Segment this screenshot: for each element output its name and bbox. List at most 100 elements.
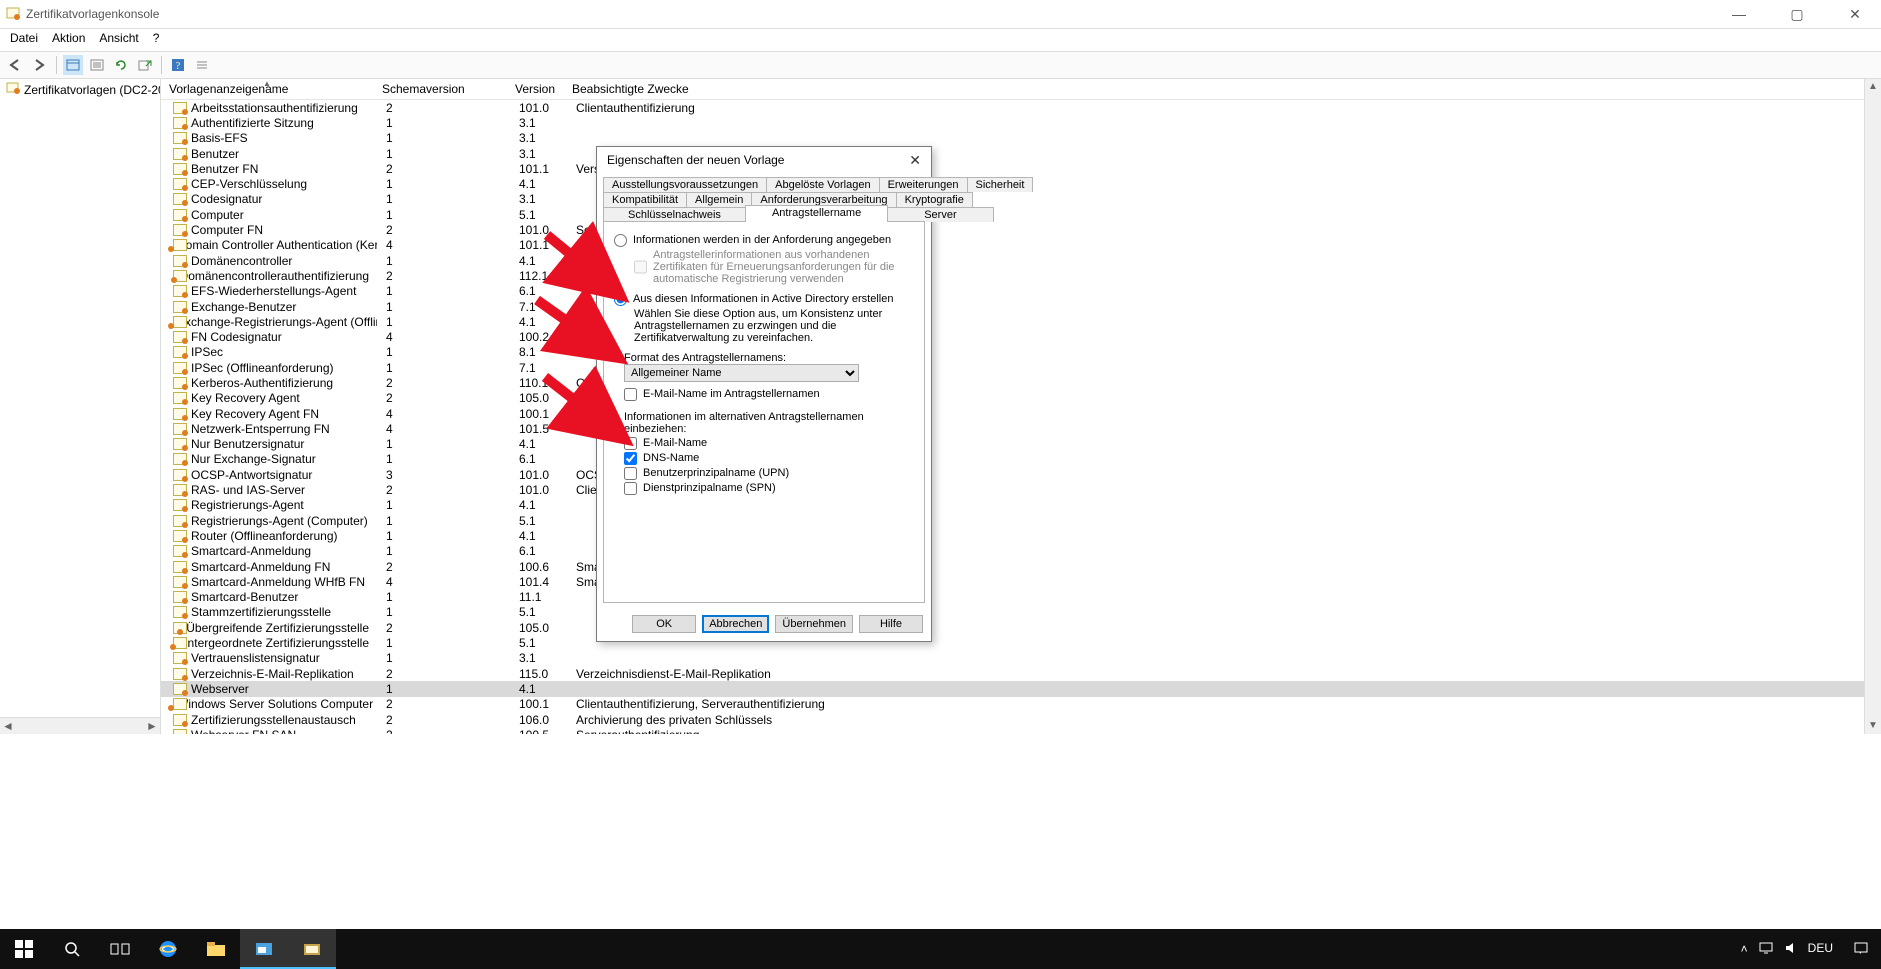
cell-version: 100.5	[511, 726, 568, 734]
taskbar-app1-button[interactable]	[240, 929, 288, 969]
checkbox-san-spn-label: Dienstprinzipalname (SPN)	[643, 482, 776, 494]
cell-name: OCSP-Antwortsignatur	[191, 468, 312, 482]
start-button[interactable]	[0, 929, 48, 969]
altnames-label: Informationen im alternativen Antragstel…	[624, 411, 914, 435]
toolbar-export-button[interactable]	[135, 55, 155, 75]
cell-name: CEP-Verschlüsselung	[191, 177, 307, 191]
cell-name: Router (Offlineanforderung)	[191, 529, 338, 543]
svg-text:?: ?	[176, 61, 181, 72]
col-header-schema[interactable]: Schemaversion	[374, 80, 507, 98]
window-maximize-button[interactable]: ▢	[1777, 6, 1817, 23]
toolbar-properties-button[interactable]	[87, 55, 107, 75]
checkbox-san-upn-label: Benutzerprinzipalname (UPN)	[643, 467, 789, 479]
toolbar-view-button[interactable]	[63, 55, 83, 75]
tree-root-item[interactable]: Zertifikatvorlagen (DC2-2016.AD	[0, 79, 160, 100]
checkbox-san-dns[interactable]	[624, 452, 637, 465]
scroll-right-icon[interactable]: ►	[144, 719, 160, 733]
tray-notifications-icon[interactable]	[1853, 941, 1869, 958]
col-header-version[interactable]: Version	[507, 80, 564, 98]
tray-sound-icon[interactable]	[1784, 941, 1798, 958]
tab-crypto[interactable]: Kryptografie	[896, 192, 973, 207]
menu-action[interactable]: Aktion	[52, 31, 85, 51]
tab-compat[interactable]: Kompatibilität	[603, 192, 687, 207]
cell-name: Nur Exchange-Signatur	[191, 452, 316, 466]
nav-back-button[interactable]	[6, 55, 26, 75]
tab-server[interactable]: Server	[887, 207, 993, 222]
col-header-purpose[interactable]: Beabsichtigte Zwecke	[564, 80, 1881, 98]
cert-icon	[173, 652, 187, 664]
scroll-down-icon[interactable]: ▼	[1865, 718, 1881, 734]
taskbar: ˄ DEU	[0, 929, 1881, 969]
dialog-close-button[interactable]: ✕	[905, 152, 925, 169]
tab-issuance[interactable]: Ausstellungsvoraussetzungen	[603, 177, 767, 192]
tree-root-label: Zertifikatvorlagen (DC2-2016.AD	[24, 83, 161, 97]
nav-forward-button[interactable]	[30, 55, 50, 75]
tab-general[interactable]: Allgemein	[686, 192, 752, 207]
cell-name: Arbeitsstationsauthentifizierung	[191, 101, 358, 115]
menu-help[interactable]: ?	[153, 31, 160, 51]
cert-icon	[173, 117, 187, 129]
apply-button[interactable]: Übernehmen	[775, 615, 853, 633]
cert-icon	[173, 132, 187, 144]
cert-icon	[173, 499, 187, 511]
cell-name: Windows Server Solutions Computer Cer...	[177, 697, 378, 711]
col-header-name[interactable]: ▲ Vorlagenanzeigename	[161, 80, 374, 98]
cert-template-icon	[6, 82, 20, 97]
tab-superseded[interactable]: Abgelöste Vorlagen	[766, 177, 879, 192]
tray-up-icon[interactable]: ˄	[1741, 942, 1748, 956]
cell-name: Key Recovery Agent FN	[191, 407, 319, 421]
cancel-button[interactable]: Abbrechen	[702, 615, 769, 633]
tree-horizontal-scrollbar[interactable]: ◄ ►	[0, 717, 160, 734]
checkbox-san-spn[interactable]	[624, 482, 637, 495]
task-view-button[interactable]	[96, 929, 144, 969]
toolbar-list-button[interactable]	[192, 55, 212, 75]
cert-icon	[173, 102, 187, 114]
cell-name: Vertrauenslistensignatur	[191, 651, 320, 665]
menu-file[interactable]: Datei	[10, 31, 38, 51]
cert-icon	[173, 530, 187, 542]
tab-subjectname[interactable]: Antragstellername	[745, 205, 888, 222]
tab-security[interactable]: Sicherheit	[967, 177, 1034, 192]
tray-lang[interactable]: DEU	[1808, 942, 1833, 955]
list-header: ▲ Vorlagenanzeigename Schemaversion Vers…	[161, 79, 1881, 100]
cell-name: Smartcard-Anmeldung WHfB FN	[191, 575, 365, 589]
subject-name-format-select[interactable]: Allgemeiner Name	[624, 364, 859, 382]
window-minimize-button[interactable]: —	[1719, 6, 1759, 23]
cell-name: Nur Benutzersignatur	[191, 437, 304, 451]
cell-name: Kerberos-Authentifizierung	[191, 376, 333, 390]
tab-keyattest[interactable]: Schlüsselnachweis	[603, 207, 746, 222]
ok-button[interactable]: OK	[632, 615, 696, 633]
cert-icon	[173, 285, 187, 297]
list-body[interactable]: Arbeitsstationsauthentifizierung2101.0Cl…	[161, 100, 1881, 734]
scroll-left-icon[interactable]: ◄	[0, 719, 16, 733]
cell-name: Authentifizierte Sitzung	[191, 116, 314, 130]
taskbar-mmc-button[interactable]	[288, 929, 336, 969]
window-close-button[interactable]: ✕	[1835, 6, 1875, 23]
taskbar-explorer-button[interactable]	[192, 929, 240, 969]
cert-icon	[173, 209, 187, 221]
cell-name: Exchange-Benutzer	[191, 300, 296, 314]
checkbox-san-upn[interactable]	[624, 467, 637, 480]
list-vertical-scrollbar[interactable]: ▲ ▼	[1864, 79, 1881, 734]
radio-build-from-ad[interactable]	[614, 293, 627, 306]
cert-icon	[173, 729, 187, 734]
menu-view[interactable]: Ansicht	[99, 31, 138, 51]
toolbar-refresh-button[interactable]	[111, 55, 131, 75]
checkbox-san-email[interactable]	[624, 437, 637, 450]
tab-extensions[interactable]: Erweiterungen	[879, 177, 968, 192]
search-button[interactable]	[48, 929, 96, 969]
checkbox-email-in-subject[interactable]	[624, 388, 637, 401]
cert-icon	[173, 469, 187, 481]
radio-supply-label: Informationen werden in der Anforderung …	[633, 234, 891, 246]
tray-network-icon[interactable]	[1758, 941, 1774, 958]
toolbar-help-button[interactable]: ?	[168, 55, 188, 75]
taskbar-ie-button[interactable]	[144, 929, 192, 969]
scroll-up-icon[interactable]: ▲	[1865, 79, 1881, 95]
help-button[interactable]: Hilfe	[859, 615, 923, 633]
cert-icon	[173, 561, 187, 573]
cell-purpose: Verzeichnisdienst-E-Mail-Replikation	[568, 665, 1881, 683]
app-icon	[6, 6, 20, 23]
cert-icon	[173, 591, 187, 603]
radio-supply-in-request[interactable]	[614, 234, 627, 247]
table-row[interactable]: Webserver FN SAN2100.5Serverauthentifizi…	[161, 727, 1881, 734]
